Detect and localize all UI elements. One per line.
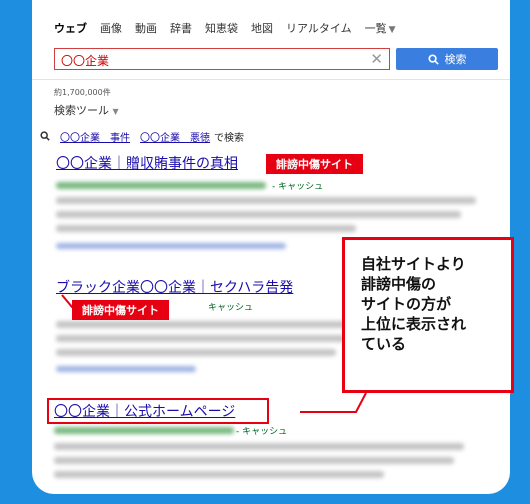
callout-line: 誹謗中傷の: [361, 275, 437, 293]
explanation-callout: 自社サイトより 誹謗中傷の サイトの方が 上位に表示され ている: [342, 237, 514, 393]
defamation-site-tag-1: 誹謗中傷サイト: [266, 154, 363, 174]
callout-line: 上位に表示され: [361, 315, 467, 333]
callout-line: サイトの方が: [361, 295, 452, 313]
official-site-highlight-box: [47, 398, 269, 424]
callout-line: ている: [361, 335, 407, 353]
connector-line-callout: [300, 392, 367, 413]
defamation-site-tag-2: 誹謗中傷サイト: [72, 300, 169, 320]
callout-line: 自社サイトより: [361, 255, 466, 273]
